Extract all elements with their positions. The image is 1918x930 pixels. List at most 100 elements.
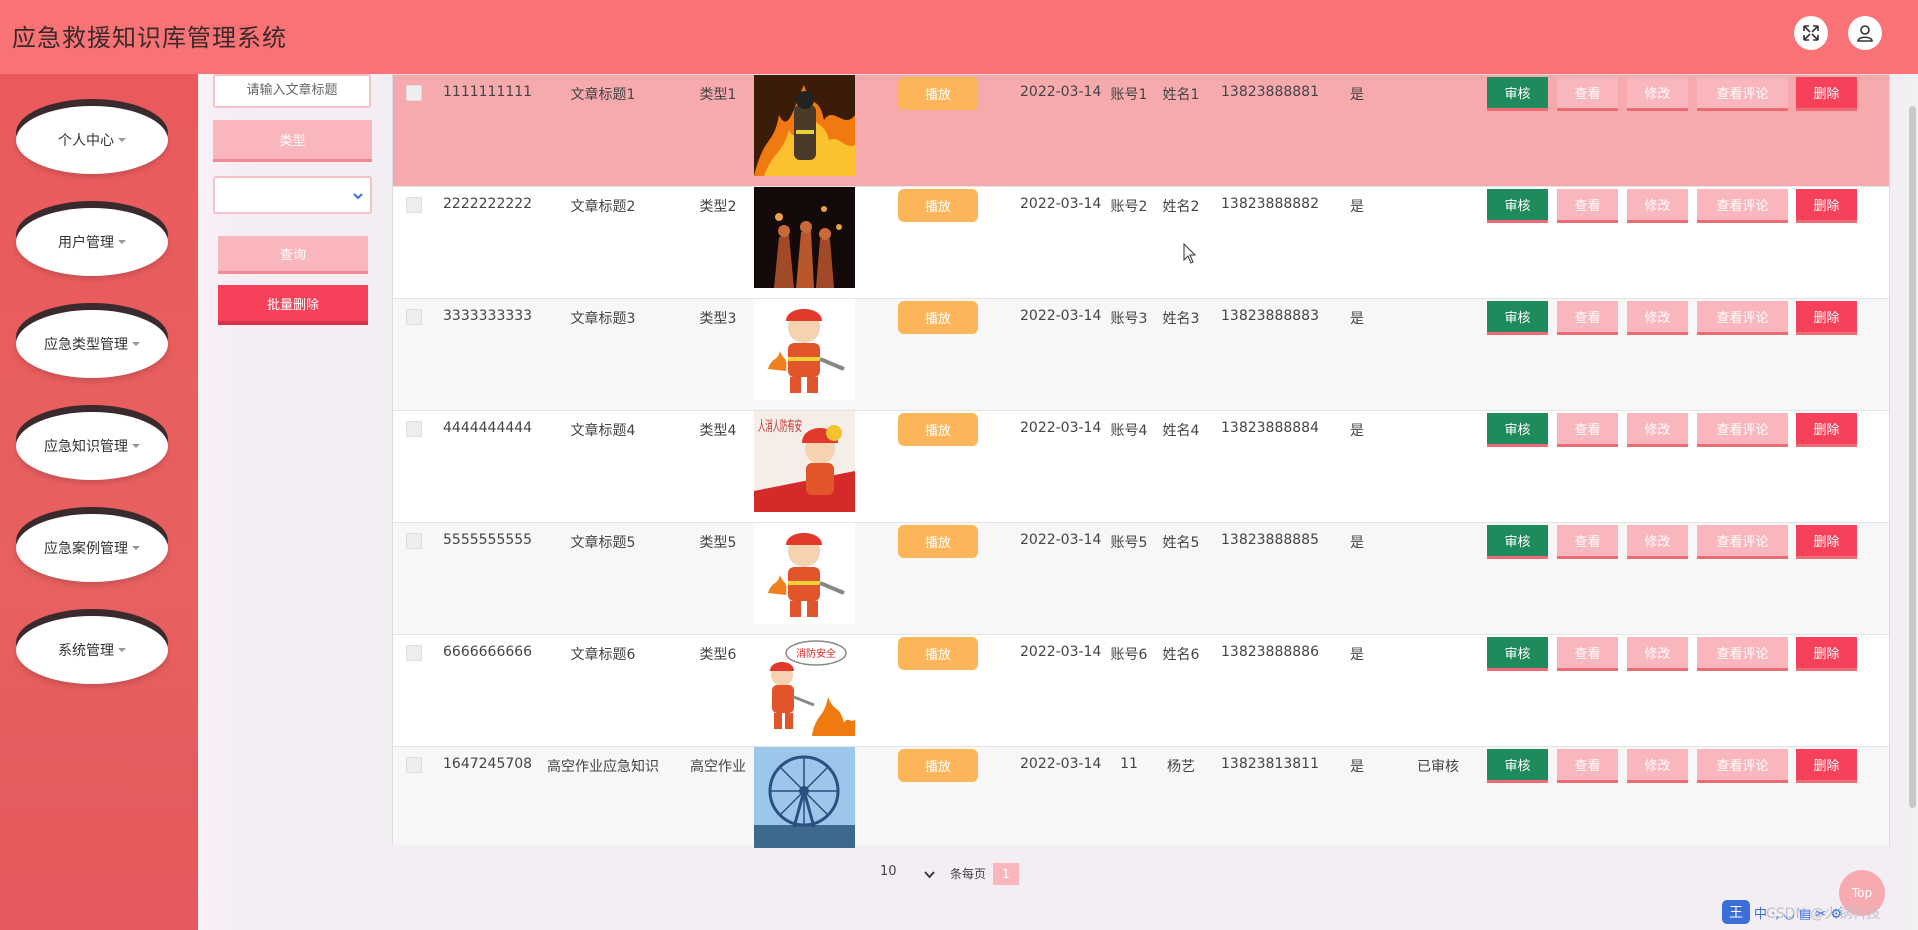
type-select[interactable] xyxy=(213,176,372,214)
view-comments-button[interactable]: 查看评论 xyxy=(1697,749,1788,783)
cell-flag: 是 xyxy=(1350,423,1364,439)
row-checkbox[interactable] xyxy=(406,421,422,437)
edit-button[interactable]: 修改 xyxy=(1627,637,1688,671)
audit-button[interactable]: 审核 xyxy=(1487,749,1548,783)
view-comments-button[interactable]: 查看评论 xyxy=(1697,525,1788,559)
cell-phone: 13823888882 xyxy=(1221,196,1319,212)
cell-account: 账号2 xyxy=(1110,199,1148,215)
title-search-input[interactable]: 请输入文章标题 xyxy=(213,74,371,108)
play-button[interactable]: 播放 xyxy=(898,413,978,446)
cell-type: 类型2 xyxy=(699,199,737,215)
play-button[interactable]: 播放 xyxy=(898,189,978,222)
view-button[interactable]: 查看 xyxy=(1557,189,1618,223)
delete-button[interactable]: 删除 xyxy=(1796,525,1857,559)
sidebar-item-label: 个人中心 xyxy=(58,133,114,149)
caret-down-icon xyxy=(132,546,140,550)
row-checkbox[interactable] xyxy=(406,197,422,213)
batch-delete-button[interactable]: 批量删除 xyxy=(218,285,368,325)
view-comments-button[interactable]: 查看评论 xyxy=(1697,637,1788,671)
ime-logo-icon[interactable]: 王 xyxy=(1722,900,1750,924)
cell-status: 已审核 xyxy=(1417,759,1459,775)
delete-button[interactable]: 删除 xyxy=(1796,301,1857,335)
table-row: 6666666666 文章标题6 类型6 消防安全 播放 2022-03-14 … xyxy=(393,635,1889,747)
edit-button[interactable]: 修改 xyxy=(1627,189,1688,223)
cell-type: 类型5 xyxy=(699,535,737,551)
delete-button[interactable]: 删除 xyxy=(1796,189,1857,223)
row-checkbox[interactable] xyxy=(406,533,422,549)
edit-button[interactable]: 修改 xyxy=(1627,77,1688,111)
sidebar-item-emergency-type[interactable]: 应急类型管理 xyxy=(16,310,168,378)
view-button[interactable]: 查看 xyxy=(1557,413,1618,447)
play-button[interactable]: 播放 xyxy=(898,749,978,782)
sidebar-item-personal-center[interactable]: 个人中心 xyxy=(16,106,168,174)
view-button[interactable]: 查看 xyxy=(1557,637,1618,671)
audit-button[interactable]: 审核 xyxy=(1487,525,1548,559)
scrollbar-thumb[interactable] xyxy=(1909,106,1916,808)
expand-icon xyxy=(1803,25,1819,41)
play-button[interactable]: 播放 xyxy=(898,301,978,334)
delete-button[interactable]: 删除 xyxy=(1796,413,1857,447)
cell-title: 文章标题6 xyxy=(570,647,636,663)
delete-button[interactable]: 删除 xyxy=(1796,637,1857,671)
fire-scene-thumbnail xyxy=(754,75,855,176)
edit-button[interactable]: 修改 xyxy=(1627,525,1688,559)
sidebar-item-user-management[interactable]: 用户管理 xyxy=(16,208,168,276)
row-checkbox[interactable] xyxy=(406,309,422,325)
sidebar-item-emergency-knowledge[interactable]: 应急知识管理 xyxy=(16,412,168,480)
row-checkbox[interactable] xyxy=(406,757,422,773)
delete-button[interactable]: 删除 xyxy=(1796,77,1857,111)
edit-button[interactable]: 修改 xyxy=(1627,301,1688,335)
audit-button[interactable]: 审核 xyxy=(1487,77,1548,111)
audit-button[interactable]: 审核 xyxy=(1487,413,1548,447)
audit-button[interactable]: 审核 xyxy=(1487,637,1548,671)
cell-name: 姓名5 xyxy=(1162,535,1200,551)
cell-id: 4444444444 xyxy=(443,420,533,436)
cell-type: 类型6 xyxy=(699,647,737,663)
view-button[interactable]: 查看 xyxy=(1557,525,1618,559)
table-row: 1647245708 高空作业应急知识 高空作业 播放 2022-03-14 1… xyxy=(393,747,1889,848)
cell-name: 姓名3 xyxy=(1162,311,1200,327)
cell-account: 账号3 xyxy=(1110,311,1148,327)
edit-button[interactable]: 修改 xyxy=(1627,413,1688,447)
cell-account: 账号6 xyxy=(1110,647,1148,663)
cell-id: 1647245708 xyxy=(443,756,533,772)
ime-toolbar[interactable]: 王 中 ·, ◡ ▤ ✂ ⚙ xyxy=(1722,900,1842,924)
table-row: 3333333333 文章标题3 类型3 播放 2022-03-14 账号3 姓… xyxy=(393,299,1889,411)
user-menu-button[interactable] xyxy=(1848,16,1882,50)
sidebar-item-system[interactable]: 系统管理 xyxy=(16,616,168,684)
view-button[interactable]: 查看 xyxy=(1557,301,1618,335)
edit-button[interactable]: 修改 xyxy=(1627,749,1688,783)
play-button[interactable]: 播放 xyxy=(898,637,978,670)
knowledge-table: 1111111111 文章标题1 类型1 播放 2022-03-14 账号1 姓… xyxy=(392,74,1890,848)
pagination-page-1[interactable]: 1 xyxy=(993,863,1019,885)
play-button[interactable]: 播放 xyxy=(898,77,978,110)
query-button[interactable]: 查询 xyxy=(218,236,368,274)
cell-phone: 13823888881 xyxy=(1221,84,1319,100)
cell-flag: 是 xyxy=(1350,199,1364,215)
chevron-down-icon[interactable] xyxy=(924,869,935,880)
view-comments-button[interactable]: 查看评论 xyxy=(1697,413,1788,447)
play-button[interactable]: 播放 xyxy=(898,525,978,558)
view-comments-button[interactable]: 查看评论 xyxy=(1697,301,1788,335)
fullscreen-button[interactable] xyxy=(1794,16,1828,50)
cell-account: 11 xyxy=(1120,756,1138,772)
audit-button[interactable]: 审核 xyxy=(1487,189,1548,223)
view-comments-button[interactable]: 查看评论 xyxy=(1697,189,1788,223)
page-size-select[interactable]: 10 xyxy=(880,864,897,879)
audit-button[interactable]: 审核 xyxy=(1487,301,1548,335)
view-button[interactable]: 查看 xyxy=(1557,749,1618,783)
ime-tools[interactable]: 中 ·, ◡ ▤ ✂ ⚙ xyxy=(1754,903,1842,922)
delete-button[interactable]: 删除 xyxy=(1796,749,1857,783)
cell-type: 类型4 xyxy=(699,423,737,439)
cell-name: 姓名6 xyxy=(1162,647,1200,663)
per-page-label: 条每页 xyxy=(950,867,987,881)
cell-type: 类型3 xyxy=(699,311,737,327)
view-comments-button[interactable]: 查看评论 xyxy=(1697,77,1788,111)
row-checkbox[interactable] xyxy=(406,85,422,101)
view-button[interactable]: 查看 xyxy=(1557,77,1618,111)
sidebar-item-emergency-case[interactable]: 应急案例管理 xyxy=(16,514,168,582)
cartoon-firefighter-thumbnail xyxy=(754,299,855,400)
cell-name: 姓名2 xyxy=(1162,199,1200,215)
cell-phone: 13823888886 xyxy=(1221,644,1319,660)
row-checkbox[interactable] xyxy=(406,645,422,661)
